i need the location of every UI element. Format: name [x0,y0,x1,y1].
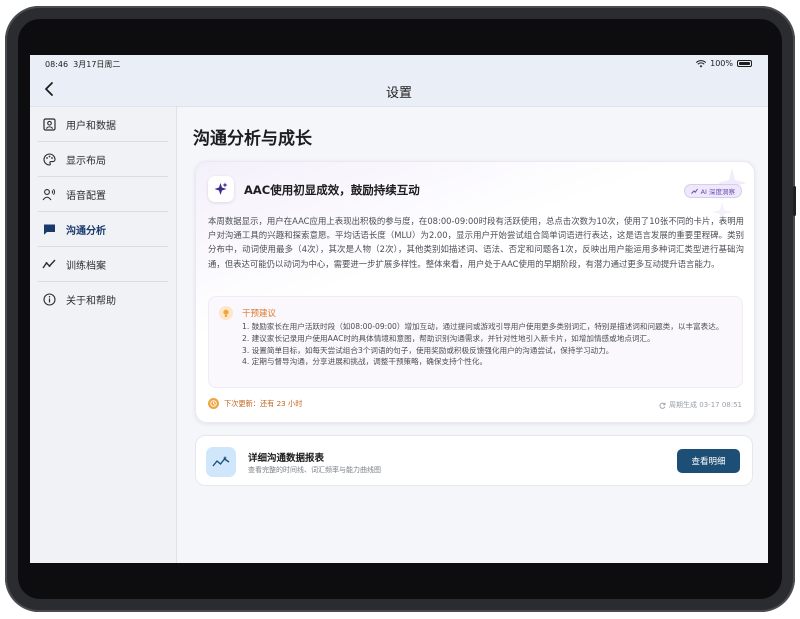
palette-icon [40,150,58,168]
user-card-icon [40,115,58,133]
sidebar-item-voice-config[interactable]: 语音配置 [38,177,168,212]
generated-time: 周期生成 03-17 08:51 [659,400,742,410]
sidebar-item-display-layout[interactable]: 显示布局 [38,142,168,177]
status-time-date: 08:46 3月17日周二 [45,59,120,70]
battery-icon [737,60,752,67]
advice-item: 2. 建议家长记录用户使用AAC时的具体情境和意图，帮助识别沟通需求，并针对性地… [242,333,655,343]
nav-title: 设置 [385,86,412,101]
status-time: 08:46 [45,60,69,69]
trend-arrow-icon [690,188,698,194]
nav-bar: 设置 [30,73,768,107]
wifi-icon [696,59,707,67]
status-date: 3月17日周二 [73,60,121,69]
advice-item: 4. 定期与督导沟通，分享进展和挑战，调整干预策略，确保支持个性化。 [242,357,488,367]
lightbulb-icon [219,306,233,320]
sidebar-item-training-records[interactable]: 训练档案 [38,247,168,282]
sidebar-item-communication-analysis[interactable]: 沟通分析 [38,212,168,247]
sidebar-item-label: 沟通分析 [66,225,106,237]
ai-insight-card: AAC使用初显成效，鼓励持续互动 AI 深度洞察 本周数据显示，用户在AAC应用… [195,161,755,423]
badge-label: AI 深度洞察 [700,188,735,196]
sidebar: 用户和数据 显示布局 语音配置 沟通分析 训练档案 关于和帮助 [30,107,177,563]
insight-paragraph: 本周数据显示，用户在AAC应用上表现出积极的参与度，在08:00-09:00时段… [208,216,744,269]
view-details-button[interactable]: 查看明细 [677,449,740,473]
advice-item: 3. 设置简单目标，如每天尝试组合3个词语的句子，使用奖励或积极反馈强化用户的沟… [242,345,614,355]
sidebar-item-label: 用户和数据 [66,120,116,132]
sidebar-item-label: 关于和帮助 [66,296,116,307]
status-right: 100% [696,59,752,68]
main-content: 沟通分析与成长 AAC使用初显成效，鼓励持续互动 AI 深度洞察 本周数据显示，… [178,107,768,563]
generated-text: 周期生成 03-17 08:51 [669,401,742,409]
sparkle-icon [208,176,234,202]
sparkline-chart-icon [206,447,236,477]
side-button [793,186,796,216]
app-screen: 08:46 3月17日周二 100% 设置 用户和数据 显示布局 语音配置 沟通… [30,55,768,563]
chat-bubble-icon [40,220,58,238]
advice-item: 1. 鼓励家长在用户活跃时段（如08:00-09:00）增加互动，通过提问或游戏… [242,322,724,331]
trend-line-icon [40,255,58,273]
sidebar-item-label: 显示布局 [66,155,106,167]
sidebar-item-user-data[interactable]: 用户和数据 [38,107,168,142]
report-title: 详细沟通数据报表 [248,453,325,464]
status-bar: 08:46 3月17日周二 100% [30,55,768,73]
report-subtitle: 查看完整的时间线、词汇频率与能力曲线图 [248,466,381,474]
voice-user-icon [40,185,58,203]
sidebar-item-label: 语音配置 [66,190,106,202]
insight-headline: AAC使用初显成效，鼓励持续互动 [244,183,420,197]
refresh-icon [659,402,666,409]
page-title: 沟通分析与成长 [193,129,312,149]
clock-icon [208,398,219,409]
advice-title: 干预建议 [242,309,277,319]
next-update-text: 下次更新：还有 23 小时 [224,398,303,408]
next-update: 下次更新：还有 23 小时 [208,398,302,409]
advice-list: 1. 鼓励家长在用户活跃时段（如08:00-09:00）增加互动，通过提问或游戏… [242,321,734,368]
ai-insight-badge: AI 深度洞察 [683,184,742,198]
sidebar-item-label: 训练档案 [66,260,106,272]
battery-percent: 100% [710,59,733,68]
advice-box: 干预建议 1. 鼓励家长在用户活跃时段（如08:00-09:00）增加互动，通过… [208,296,743,388]
sidebar-item-about-help[interactable]: 关于和帮助 [38,282,168,317]
detailed-report-row[interactable]: 详细沟通数据报表 查看完整的时间线、词汇频率与能力曲线图 查看明细 [195,435,753,486]
info-icon [40,291,58,309]
